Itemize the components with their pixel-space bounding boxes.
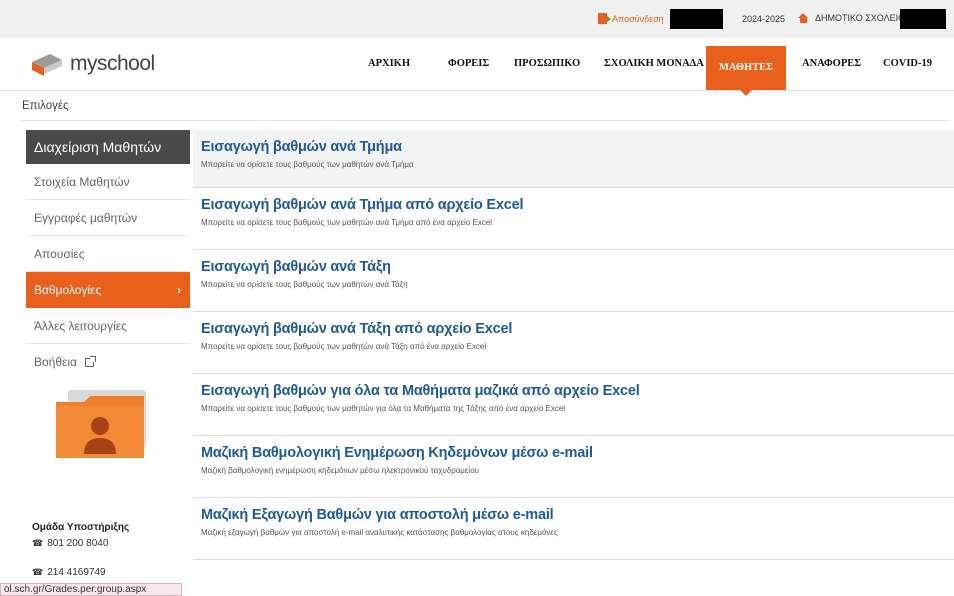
entry-title-link[interactable]: Μαζική Εξαγωγή Βαθμών για αποστολή μέσω … bbox=[201, 507, 954, 523]
nav-covid[interactable]: COVID-19 bbox=[883, 58, 932, 69]
logout-link[interactable]: Αποσύνδεση bbox=[598, 13, 664, 24]
entry-title-link[interactable]: Εισαγωγή βαθμών ανά Τμήμα από αρχείο Exc… bbox=[201, 197, 954, 213]
breadcrumb-label: Επιλογές bbox=[22, 100, 69, 112]
list-item[interactable]: Εισαγωγή βαθμών ανά Τάξη από αρχείο Exce… bbox=[193, 312, 954, 374]
entry-title-link[interactable]: Εισαγωγή βαθμών ανά Τάξη από αρχείο Exce… bbox=[201, 321, 954, 337]
entry-title-link[interactable]: Εισαγωγή βαθμών ανά Τάξη bbox=[201, 259, 954, 275]
top-bar: Αποσύνδεση 2024-2025 ΔΗΜΟΤΙΚΟ ΣΧΟΛΕΙΟ bbox=[0, 0, 954, 38]
entry-title-link[interactable]: Εισαγωγή βαθμών για όλα τα Μαθήματα μαζι… bbox=[201, 383, 954, 399]
logout-label: Αποσύνδεση bbox=[612, 13, 664, 24]
logo-text: myschool bbox=[70, 52, 155, 75]
entry-title-link[interactable]: Εισαγωγή βαθμών ανά Τμήμα bbox=[201, 139, 954, 155]
redacted-username bbox=[670, 9, 723, 29]
entry-description: Μπορείτε να ορίσετε τους βαθμούς των μαθ… bbox=[201, 280, 408, 289]
nav-home[interactable]: ΑΡΧΙΚΗ bbox=[368, 58, 410, 69]
redacted-school-name bbox=[900, 9, 946, 29]
list-item[interactable]: Εισαγωγή βαθμών για όλα τα Μαθήματα μαζι… bbox=[193, 374, 954, 436]
entry-description: Μαζική βαθμολογική ενημέρωση κηδεμόνων μ… bbox=[201, 466, 480, 475]
sidebar-item-label: Άλλες λειτουργίες bbox=[34, 319, 127, 333]
support-phone-2: ☎ 214 4169749 bbox=[32, 567, 106, 578]
school-label: ΔΗΜΟΤΙΚΟ ΣΧΟΛΕΙΟ bbox=[815, 13, 906, 23]
phone-icon: ☎ bbox=[32, 538, 44, 548]
chevron-right-icon: › bbox=[177, 283, 181, 297]
sidebar-item-label: Βαθμολογίες bbox=[34, 283, 102, 297]
sidebar-item-other-functions[interactable]: Άλλες λειτουργίες bbox=[26, 308, 190, 344]
sidebar-item-label: Βοήθεια bbox=[34, 355, 77, 369]
sidebar-item-label: Στοιχεία Μαθητών bbox=[34, 175, 130, 189]
home-icon bbox=[798, 13, 809, 23]
sidebar: Διαχείριση Μαθητών Στοιχεία Μαθητών Εγγρ… bbox=[26, 130, 190, 578]
student-folder-icon bbox=[56, 390, 146, 458]
sidebar-heading: Διαχείριση Μαθητών bbox=[26, 130, 190, 164]
sidebar-item-absences[interactable]: Απουσίες bbox=[26, 236, 190, 272]
sidebar-item-grades[interactable]: Βαθμολογίες › bbox=[26, 272, 190, 308]
breadcrumb: Επιλογές bbox=[20, 91, 950, 121]
phone-icon: ☎ bbox=[32, 567, 44, 577]
list-item[interactable]: Μαζική Βαθμολογική Ενημέρωση Κηδεμόνων μ… bbox=[193, 436, 954, 498]
school-link[interactable]: ΔΗΜΟΤΙΚΟ ΣΧΟΛΕΙΟ bbox=[798, 13, 905, 23]
list-item[interactable]: Εισαγωγή βαθμών ανά Τάξη Μπορείτε να ορί… bbox=[193, 250, 954, 312]
nav-bodies[interactable]: ΦΟΡΕΙΣ bbox=[448, 58, 489, 69]
entry-description: Μπορείτε να ορίσετε τους βαθμούς των μαθ… bbox=[201, 342, 487, 351]
nav-students[interactable]: ΜΑΘΗΤΕΣ bbox=[706, 46, 786, 96]
nav-reports[interactable]: ΑΝΑΦΟΡΕΣ bbox=[802, 58, 861, 69]
support-team-title: Ομάδα Υποστήριξης bbox=[32, 522, 130, 533]
phone-number: 214 4169749 bbox=[47, 567, 106, 578]
logo-icon bbox=[32, 54, 62, 76]
entry-description: Μπορείτε να ορίσετε τους βαθμούς των μαθ… bbox=[201, 160, 414, 169]
nav-school-unit[interactable]: ΣΧΟΛΙΚΗ ΜΟΝΑΔΑ bbox=[604, 58, 704, 69]
school-year[interactable]: 2024-2025 bbox=[742, 14, 785, 24]
external-link-icon bbox=[85, 356, 97, 367]
myschool-logo[interactable]: myschool bbox=[30, 52, 155, 76]
entry-description: Μπορείτε να ορίσετε τους βαθμούς των μαθ… bbox=[201, 218, 493, 227]
entry-description: Μαζική εξαγωγή βαθμών για αποστολή e-mai… bbox=[201, 528, 558, 537]
sidebar-item-student-details[interactable]: Στοιχεία Μαθητών bbox=[26, 164, 190, 200]
entry-title-link[interactable]: Μαζική Βαθμολογική Ενημέρωση Κηδεμόνων μ… bbox=[201, 445, 954, 461]
list-item[interactable]: Μαζική Εξαγωγή Βαθμών για αποστολή μέσω … bbox=[193, 498, 954, 560]
grades-options-list: Εισαγωγή βαθμών ανά Τμήμα Μπορείτε να ορ… bbox=[193, 130, 954, 560]
sidebar-item-label: Απουσίες bbox=[34, 247, 85, 261]
header: myschool ΑΡΧΙΚΗ ΦΟΡΕΙΣ ΠΡΟΣΩΠΙΚΟ ΣΧΟΛΙΚΗ… bbox=[0, 38, 954, 96]
sidebar-item-help[interactable]: Βοήθεια bbox=[26, 344, 190, 380]
sidebar-item-label: Εγγραφές μαθητών bbox=[34, 211, 138, 225]
phone-number: 801 200 8040 bbox=[47, 538, 109, 549]
support-phone-1: ☎ 801 200 8040 bbox=[32, 538, 108, 549]
entry-description: Μπορείτε να ορίσετε τους βαθμούς των μαθ… bbox=[201, 404, 566, 413]
logout-icon bbox=[598, 13, 611, 24]
list-item[interactable]: Εισαγωγή βαθμών ανά Τμήμα Μπορείτε να ορ… bbox=[193, 130, 954, 188]
status-bar-url: ol.sch.gr/Grades.per.group.aspx bbox=[0, 583, 182, 596]
nav-staff[interactable]: ΠΡΟΣΩΠΙΚΟ bbox=[514, 58, 580, 69]
sidebar-item-enrollments[interactable]: Εγγραφές μαθητών bbox=[26, 200, 190, 236]
list-item[interactable]: Εισαγωγή βαθμών ανά Τμήμα από αρχείο Exc… bbox=[193, 188, 954, 250]
